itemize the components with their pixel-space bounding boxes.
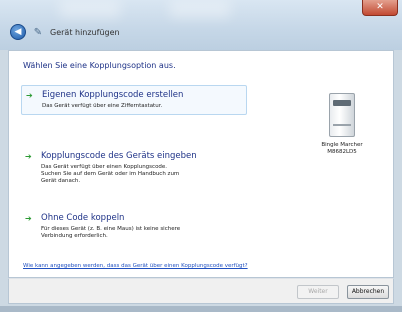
- green-arrow-icon: ➔: [25, 214, 32, 223]
- back-arrow-icon: ◀: [14, 26, 22, 37]
- glass-highlight: [170, 0, 230, 18]
- window-title: Gerät hinzufügen: [50, 27, 120, 37]
- command-bar: Weiter Abbrechen: [8, 278, 394, 304]
- help-link[interactable]: Wie kann angegeben werden, dass das Gerä…: [23, 263, 248, 269]
- page-heading: Wählen Sie eine Kopplungsoption aus.: [23, 61, 176, 70]
- nav-row: ◀ ✎ Gerät hinzufügen: [10, 22, 120, 42]
- printer-icon: [329, 93, 355, 137]
- option-description: Das Gerät verfügt über eine Zifferntasta…: [42, 103, 163, 109]
- option-create-code[interactable]: ➔ Eigenen Kopplungscode erstellen Das Ge…: [21, 85, 247, 115]
- option-title: Eigenen Kopplungscode erstellen: [42, 90, 184, 100]
- title-bar: ✕ ◀ ✎ Gerät hinzufügen: [0, 0, 402, 50]
- wizard-icon: ✎: [33, 26, 43, 38]
- device-preview: Bingle Marcher M8682LD5: [307, 93, 377, 156]
- desktop-background: [0, 306, 402, 312]
- glass-highlight: [60, 0, 120, 18]
- back-button[interactable]: ◀: [10, 24, 26, 40]
- green-arrow-icon: ➔: [25, 152, 32, 161]
- option-enter-code[interactable]: ➔ Kopplungscode des Geräts eingeben Das …: [21, 147, 247, 189]
- cancel-button[interactable]: Abbrechen: [347, 285, 389, 299]
- next-button[interactable]: Weiter: [297, 285, 339, 299]
- device-label: Bingle Marcher M8682LD5: [321, 142, 363, 155]
- option-title: Ohne Code koppeln: [41, 213, 125, 223]
- option-description: Das Gerät verfügt über einen Kopplungsco…: [41, 164, 180, 184]
- option-description: Für dieses Gerät (z. B. eine Maus) ist k…: [41, 226, 181, 239]
- green-arrow-icon: ➔: [26, 91, 33, 100]
- wizard-content: Wählen Sie eine Kopplungsoption aus. ➔ E…: [8, 50, 394, 278]
- close-icon: ✕: [376, 2, 384, 12]
- close-button[interactable]: ✕: [362, 0, 398, 16]
- option-no-code[interactable]: ➔ Ohne Code koppeln Für dieses Gerät (z.…: [21, 209, 247, 244]
- option-title: Kopplungscode des Geräts eingeben: [41, 151, 197, 161]
